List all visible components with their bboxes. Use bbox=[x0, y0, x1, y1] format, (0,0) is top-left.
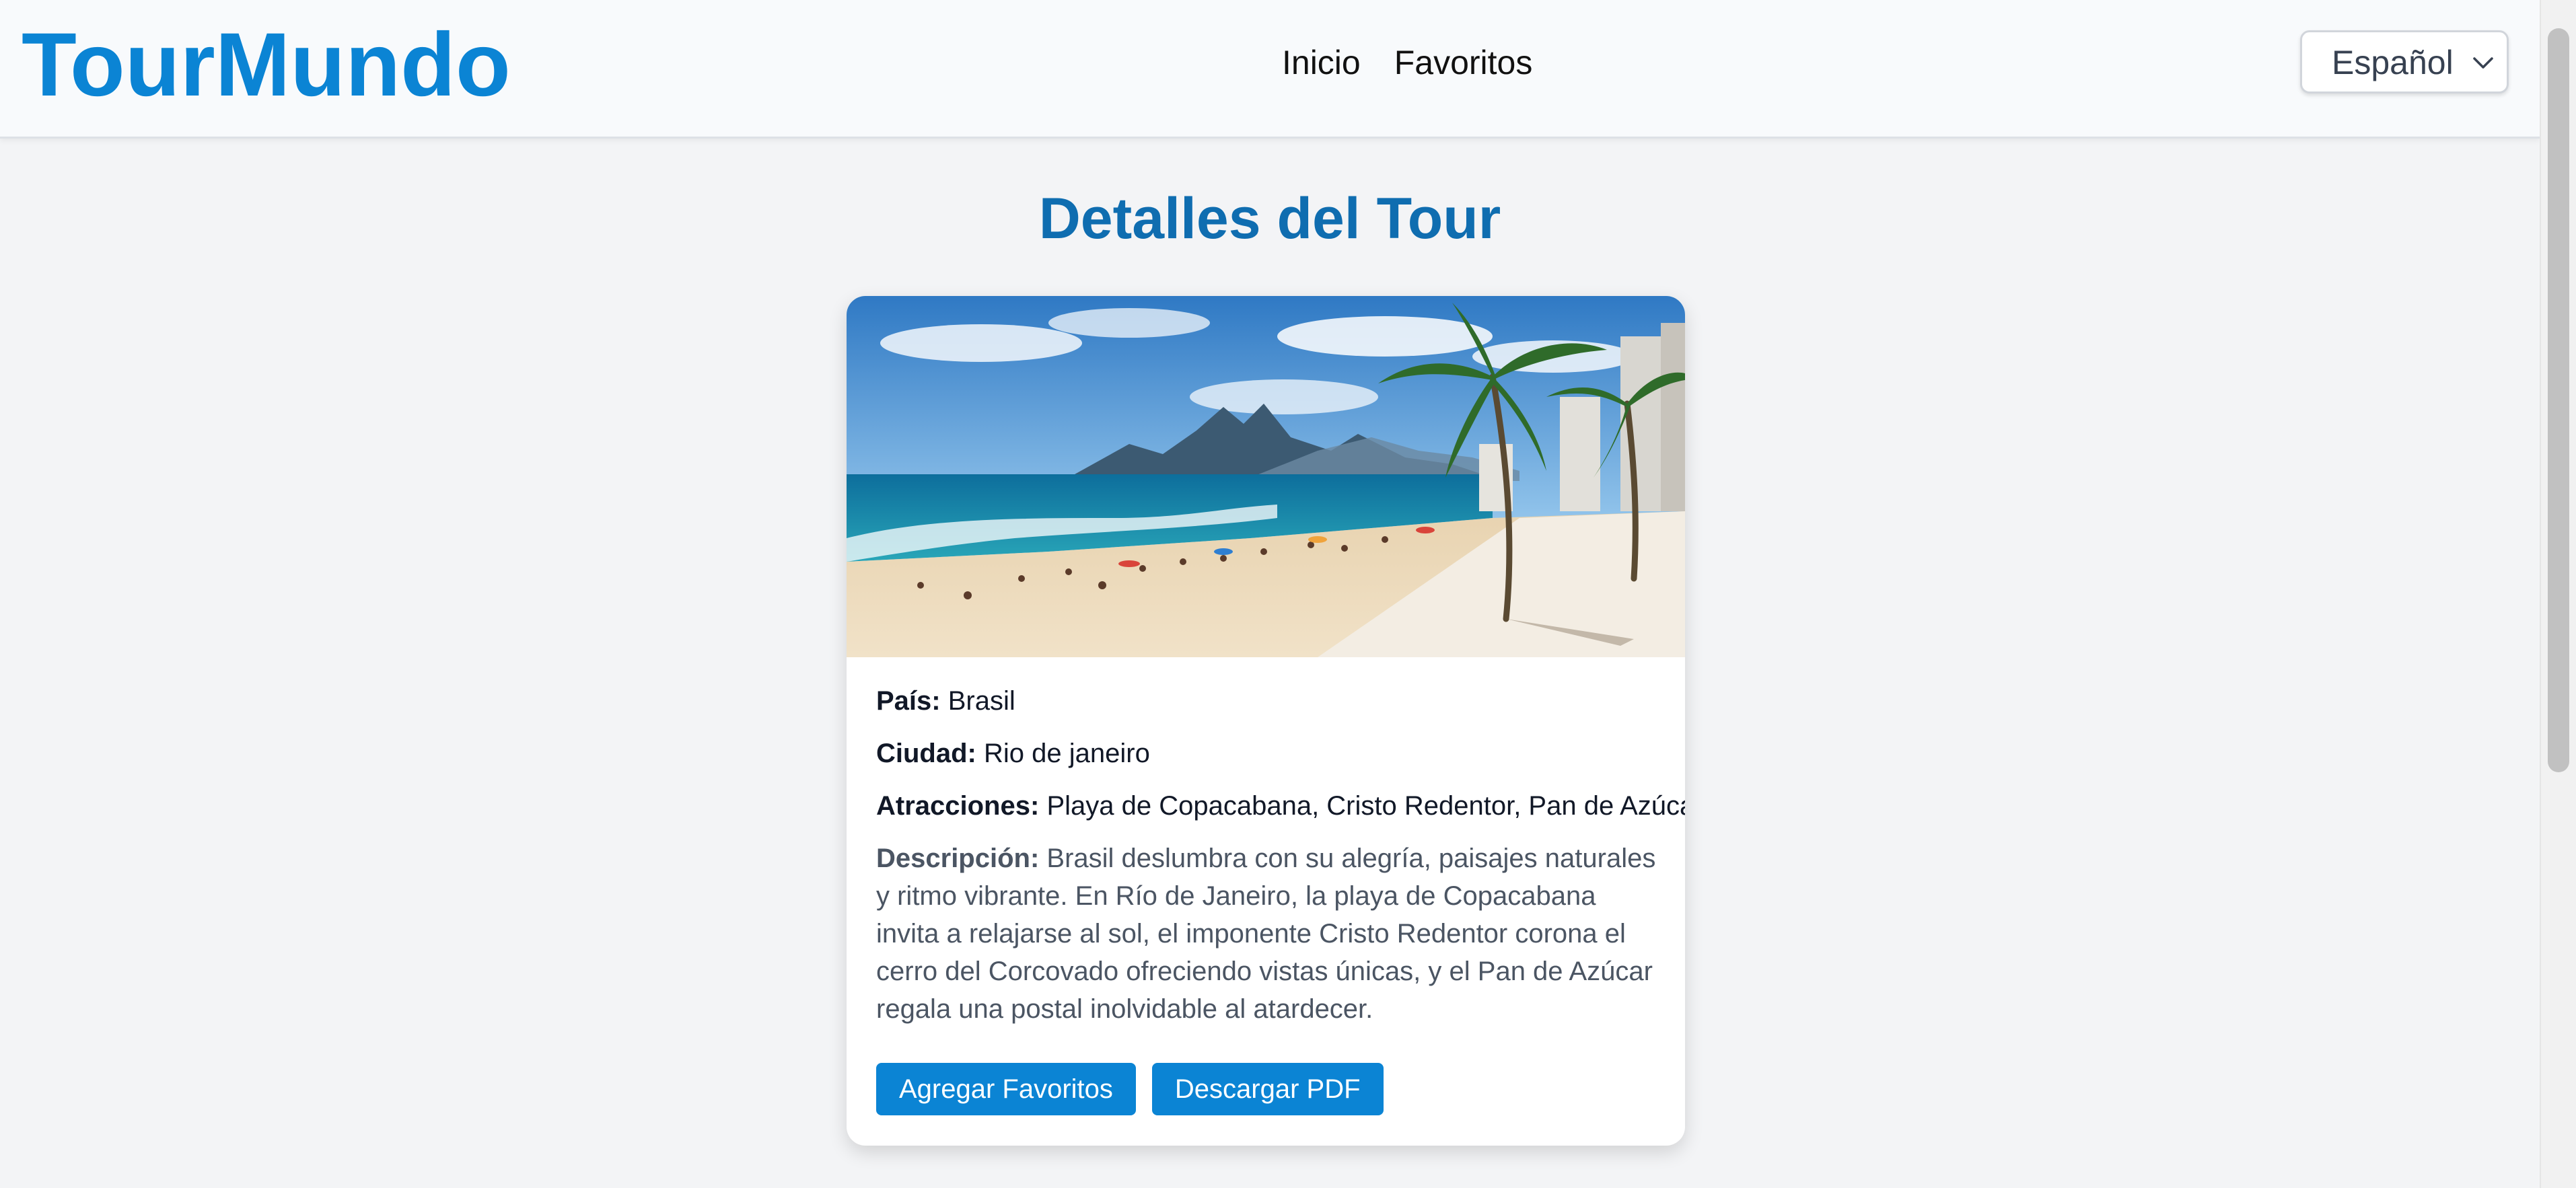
chevron-down-icon bbox=[2473, 57, 2493, 69]
language-select-value: Español bbox=[2332, 44, 2454, 81]
vertical-scrollbar[interactable] bbox=[2540, 0, 2576, 1188]
scrollbar-thumb[interactable] bbox=[2548, 28, 2569, 772]
brand-logo[interactable]: TourMundo bbox=[22, 15, 511, 116]
tour-card: País: Brasil Ciudad: Rio de janeiro Atra… bbox=[847, 296, 1685, 1146]
download-pdf-button[interactable]: Descargar PDF bbox=[1151, 1063, 1384, 1115]
city-row: Ciudad: Rio de janeiro bbox=[876, 735, 1658, 772]
country-value: Brasil bbox=[947, 686, 1015, 716]
attractions-label: Atracciones: bbox=[876, 791, 1040, 821]
page: TourMundo Inicio Favoritos Español Detal… bbox=[0, 0, 2576, 1188]
nav-link-inicio[interactable]: Inicio bbox=[1282, 39, 1361, 86]
city-value: Rio de janeiro bbox=[984, 739, 1150, 768]
country-row: País: Brasil bbox=[876, 682, 1658, 720]
main-nav: Inicio Favoritos bbox=[1282, 39, 1532, 86]
description-label: Descripción: bbox=[876, 844, 1040, 873]
tour-image bbox=[847, 296, 1685, 657]
nav-link-favoritos[interactable]: Favoritos bbox=[1394, 39, 1533, 86]
description-block: Descripción: Brasil deslumbra con su ale… bbox=[876, 840, 1658, 1028]
top-navbar: TourMundo Inicio Favoritos Español bbox=[0, 0, 2540, 139]
language-select[interactable]: Español bbox=[2300, 30, 2509, 94]
attractions-value: Playa de Copacabana, Cristo Redentor, Pa… bbox=[1046, 791, 1685, 821]
page-title: Detalles del Tour bbox=[1038, 186, 1501, 251]
attractions-row: Atracciones: Playa de Copacabana, Cristo… bbox=[876, 787, 1685, 825]
card-actions: Agregar Favoritos Descargar PDF bbox=[876, 1063, 1384, 1115]
country-label: País: bbox=[876, 686, 941, 716]
tour-details: País: Brasil Ciudad: Rio de janeiro Atra… bbox=[876, 682, 1685, 1028]
city-label: Ciudad: bbox=[876, 739, 976, 768]
add-favorites-button[interactable]: Agregar Favoritos bbox=[876, 1063, 1136, 1115]
